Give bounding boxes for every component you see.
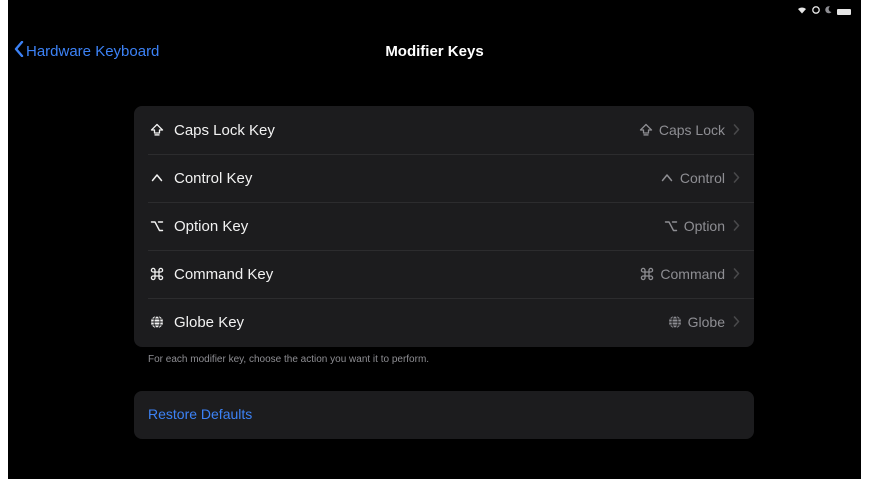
command-value-label: Command bbox=[660, 266, 725, 282]
wifi-icon bbox=[797, 6, 807, 17]
control-key-value: Control bbox=[660, 170, 740, 186]
globe-key-label: Globe Key bbox=[174, 313, 245, 331]
globe-value-icon bbox=[668, 315, 682, 329]
orientation-lock-icon bbox=[812, 6, 820, 17]
option-key-label: Option Key bbox=[174, 217, 249, 235]
globe-icon bbox=[148, 315, 166, 329]
page-title: Modifier Keys bbox=[385, 43, 484, 60]
caps-lock-value-icon bbox=[639, 123, 653, 137]
command-key-label: Command Key bbox=[174, 265, 274, 283]
moon-icon bbox=[825, 6, 832, 17]
option-value-label: Option bbox=[683, 218, 725, 234]
option-key-row[interactable]: Option Key Option bbox=[134, 202, 754, 250]
globe-value-label: Globe bbox=[687, 314, 725, 330]
control-value-icon bbox=[660, 171, 674, 185]
command-icon bbox=[148, 267, 166, 281]
modifier-keys-list: Caps Lock Key Caps Lock Control Key Cont… bbox=[134, 106, 754, 347]
chevron-right-icon bbox=[733, 171, 740, 186]
control-value-label: Control bbox=[679, 170, 725, 186]
restore-defaults-group: Restore Defaults bbox=[134, 391, 754, 439]
status-bar bbox=[797, 6, 851, 17]
globe-key-value: Globe bbox=[668, 314, 740, 330]
caps-lock-icon bbox=[148, 123, 166, 137]
command-key-value: Command bbox=[640, 266, 740, 282]
battery-icon bbox=[837, 8, 851, 15]
caps-lock-value-label: Caps Lock bbox=[658, 122, 725, 138]
restore-defaults-button[interactable]: Restore Defaults bbox=[148, 406, 252, 422]
chevron-right-icon bbox=[733, 267, 740, 282]
option-key-value: Option bbox=[664, 218, 740, 234]
screen: Hardware Keyboard Modifier Keys Caps Loc… bbox=[8, 0, 861, 479]
caps-lock-key-row[interactable]: Caps Lock Key Caps Lock bbox=[134, 106, 754, 154]
control-key-label: Control Key bbox=[174, 169, 253, 187]
chevron-right-icon bbox=[733, 123, 740, 138]
option-value-icon bbox=[664, 219, 678, 233]
caps-lock-key-value: Caps Lock bbox=[639, 122, 740, 138]
globe-key-row[interactable]: Globe Key Globe bbox=[134, 298, 754, 346]
control-key-row[interactable]: Control Key Control bbox=[134, 154, 754, 202]
control-icon bbox=[148, 171, 166, 185]
footnote: For each modifier key, choose the action… bbox=[148, 354, 430, 365]
chevron-right-icon bbox=[733, 315, 740, 330]
option-icon bbox=[148, 219, 166, 233]
command-key-row[interactable]: Command Key Command bbox=[134, 250, 754, 298]
command-value-icon bbox=[640, 267, 654, 281]
caps-lock-key-label: Caps Lock Key bbox=[174, 121, 275, 139]
chevron-right-icon bbox=[733, 219, 740, 234]
